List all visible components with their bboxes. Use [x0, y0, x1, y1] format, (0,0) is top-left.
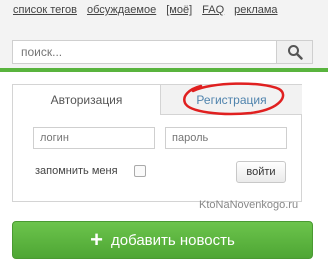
- search-button[interactable]: [276, 40, 313, 64]
- search-input[interactable]: [12, 40, 277, 64]
- nav-link-discussed[interactable]: обсуждаемое: [87, 4, 156, 20]
- top-bar: список тегов обсуждаемое [моё] FAQ рекла…: [0, 0, 328, 30]
- plus-icon: +: [90, 227, 103, 252]
- add-news-label: добавить новость: [111, 231, 235, 249]
- tab-register[interactable]: Регистрация: [160, 85, 302, 115]
- nav-link-tags[interactable]: список тегов: [13, 4, 77, 20]
- password-field[interactable]: [165, 127, 287, 149]
- search-bar: [0, 30, 328, 68]
- remember-me-label: запомнить меня: [35, 165, 118, 177]
- nav-link-ads[interactable]: реклама: [234, 4, 277, 20]
- add-news-button[interactable]: + добавить новость: [12, 221, 313, 259]
- login-button[interactable]: войти: [236, 161, 286, 183]
- tab-login[interactable]: Авторизация: [13, 85, 160, 115]
- search-icon: [287, 45, 303, 60]
- remember-me-checkbox[interactable]: [134, 165, 146, 177]
- watermark-text: KtoNaNovenkogo.ru: [199, 199, 299, 211]
- nav-link-mine[interactable]: [моё]: [166, 4, 192, 20]
- top-nav: список тегов обсуждаемое [моё] FAQ рекла…: [13, 4, 278, 20]
- login-field[interactable]: [33, 127, 155, 149]
- green-divider: [0, 68, 328, 72]
- nav-link-faq[interactable]: FAQ: [202, 4, 224, 20]
